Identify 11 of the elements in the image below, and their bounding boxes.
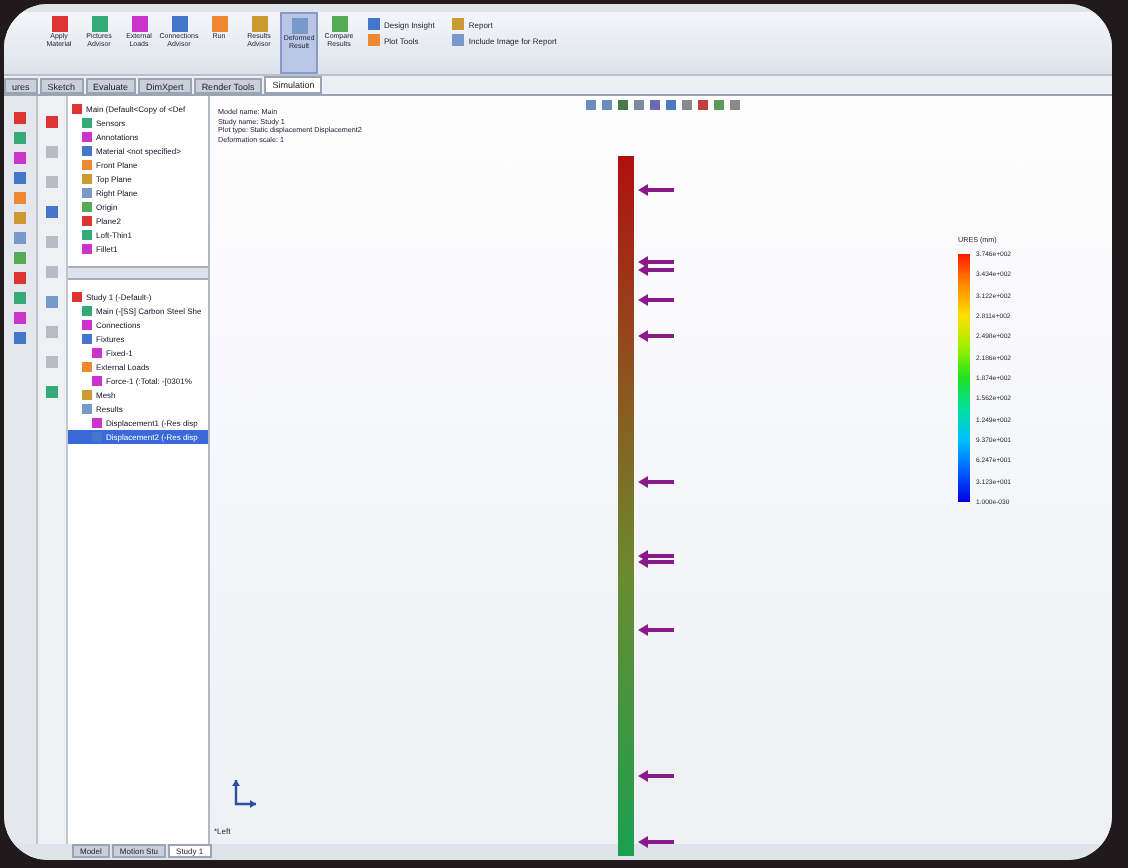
toolbar-icon[interactable] (46, 206, 58, 218)
toolbar-icon[interactable] (46, 116, 58, 128)
toolbar-icon[interactable] (46, 176, 58, 188)
axis-triad-icon (230, 778, 258, 810)
toolbar-icon[interactable] (46, 296, 58, 308)
toolbar-icon[interactable] (46, 386, 58, 398)
toolbar-icon[interactable] (46, 356, 58, 368)
toolbar-icon[interactable] (46, 236, 58, 248)
toolbar-icon[interactable] (46, 326, 58, 338)
toolbar-icon[interactable] (46, 266, 58, 278)
toolbar-icon[interactable] (46, 146, 58, 158)
